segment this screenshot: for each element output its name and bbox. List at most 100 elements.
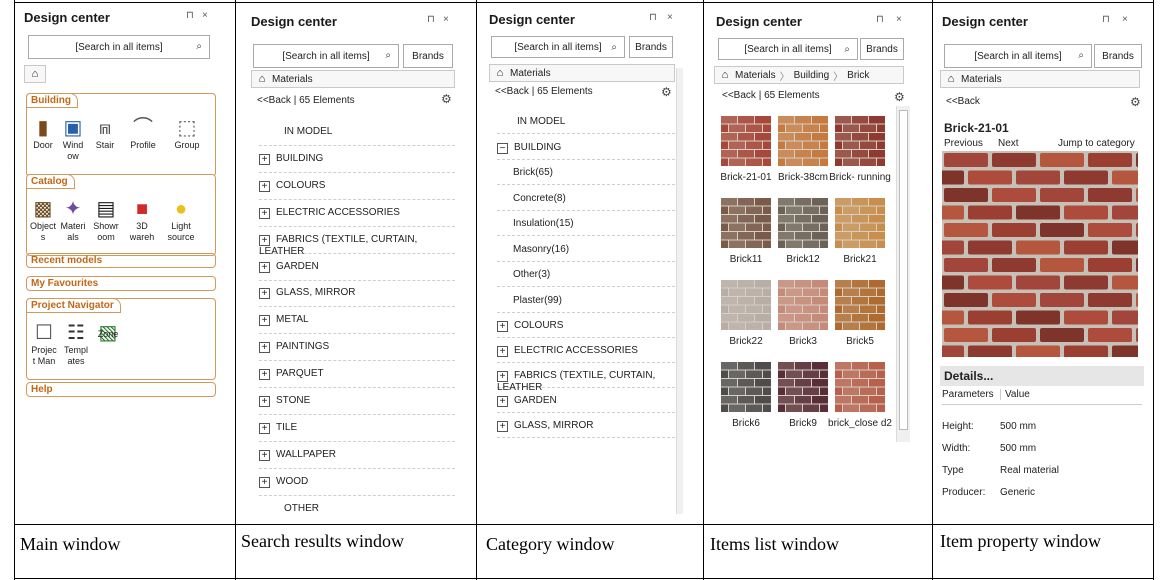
breadcrumb[interactable]: ⌂ bbox=[24, 65, 46, 83]
search-icon[interactable]: ⌕ bbox=[196, 41, 202, 52]
collapse-icon[interactable]: − bbox=[497, 143, 508, 154]
expand-icon[interactable]: + bbox=[259, 234, 270, 246]
category-row[interactable]: + ELECTRIC ACCESSORIES bbox=[259, 207, 455, 227]
material-label[interactable]: Brick5 bbox=[828, 336, 892, 347]
search-icon[interactable]: ⌕ bbox=[1078, 50, 1084, 61]
pin-icon[interactable]: ⊓ bbox=[649, 12, 657, 23]
category-row[interactable]: + PAINTINGS bbox=[259, 341, 455, 362]
material-thumbnail[interactable] bbox=[835, 362, 885, 412]
breadcrumb-building[interactable]: Building bbox=[794, 70, 830, 81]
project-manager-tool[interactable]: ☐ Projec t Man bbox=[29, 321, 59, 367]
breadcrumb-materials[interactable]: Materials bbox=[272, 74, 313, 85]
home-icon[interactable]: ⌂ bbox=[25, 68, 45, 80]
back-link[interactable]: <<Back | 65 Elements bbox=[722, 90, 820, 101]
material-label[interactable]: Brick22 bbox=[714, 336, 778, 347]
profile-tool[interactable]: ⌒ Profile bbox=[123, 116, 163, 151]
expand-icon[interactable]: + bbox=[497, 371, 508, 382]
close-icon[interactable]: × bbox=[667, 12, 673, 23]
templates-tool[interactable]: ☷ Templ ates bbox=[61, 321, 91, 367]
gear-icon[interactable]: ⚙ bbox=[894, 90, 905, 104]
category-row[interactable]: + COLOURS bbox=[497, 320, 675, 338]
material-thumbnail[interactable] bbox=[835, 116, 885, 166]
expand-icon[interactable]: + bbox=[259, 476, 270, 488]
expand-icon[interactable]: + bbox=[259, 288, 270, 300]
pin-icon[interactable]: ⊓ bbox=[876, 14, 884, 25]
search-icon[interactable]: ⌕ bbox=[385, 50, 391, 61]
breadcrumb-materials[interactable]: Materials bbox=[735, 70, 776, 81]
category-row-expanded[interactable]: − BUILDING bbox=[497, 142, 675, 160]
search-input[interactable]: [Search in all items] ⌕ bbox=[253, 44, 399, 68]
expand-icon[interactable]: + bbox=[259, 207, 270, 219]
close-icon[interactable]: × bbox=[1122, 14, 1128, 25]
expand-icon[interactable]: + bbox=[259, 342, 270, 354]
subcategory-row[interactable]: Brick(65) bbox=[497, 167, 675, 185]
expand-icon[interactable]: + bbox=[497, 396, 508, 407]
category-row[interactable]: + METAL bbox=[259, 314, 455, 335]
back-link[interactable]: <<Back | 65 Elements bbox=[495, 86, 593, 97]
project-navigator-header[interactable]: Project Navigator bbox=[26, 298, 121, 313]
category-row[interactable]: + GLASS, MIRROR bbox=[497, 420, 675, 438]
expand-icon[interactable]: + bbox=[259, 422, 270, 434]
details-header[interactable]: Details... bbox=[940, 366, 1144, 386]
close-icon[interactable]: × bbox=[896, 14, 902, 25]
recent-models-section[interactable]: Recent models bbox=[26, 253, 216, 268]
subcategory-row[interactable]: Masonry(16) bbox=[497, 244, 675, 262]
category-row[interactable]: + STONE bbox=[259, 395, 455, 415]
expand-icon[interactable]: + bbox=[497, 346, 508, 357]
category-row[interactable]: IN MODEL bbox=[497, 116, 675, 134]
breadcrumb-brick[interactable]: Brick bbox=[847, 70, 869, 81]
subcategory-row[interactable]: Insulation(15) bbox=[497, 218, 675, 236]
subcategory-row[interactable]: Other(3) bbox=[497, 269, 675, 287]
category-row[interactable]: + WALLPAPER bbox=[259, 449, 455, 469]
close-icon[interactable]: × bbox=[443, 14, 449, 25]
breadcrumb-materials[interactable]: Materials bbox=[961, 74, 1002, 85]
scrollbar[interactable] bbox=[896, 106, 910, 442]
catalog-section-header[interactable]: Catalog bbox=[26, 174, 75, 189]
light-source-tool[interactable]: ● Light source bbox=[163, 197, 199, 243]
material-label[interactable]: Brick-38cm bbox=[771, 172, 835, 183]
material-thumbnail[interactable] bbox=[721, 362, 771, 412]
category-row[interactable]: OTHER bbox=[259, 503, 455, 516]
search-input[interactable]: [Search in all items] ⌕ bbox=[491, 36, 625, 58]
material-label[interactable]: Brick9 bbox=[771, 418, 835, 429]
gear-icon[interactable]: ⚙ bbox=[661, 85, 672, 99]
search-input[interactable]: [Search in all items] ⌕ bbox=[28, 35, 210, 59]
expand-icon[interactable]: + bbox=[259, 315, 270, 327]
category-row[interactable]: + TILE bbox=[259, 422, 455, 442]
previous-link[interactable]: Previous bbox=[944, 138, 983, 149]
search-icon[interactable]: ⌕ bbox=[611, 42, 617, 53]
help-section[interactable]: Help bbox=[26, 382, 216, 397]
material-label[interactable]: Brick-21-01 bbox=[714, 172, 778, 183]
category-row[interactable]: + BUILDING bbox=[259, 153, 455, 173]
expand-icon[interactable]: + bbox=[497, 321, 508, 332]
expand-icon[interactable]: + bbox=[259, 449, 270, 461]
material-thumbnail[interactable] bbox=[778, 362, 828, 412]
expand-icon[interactable]: + bbox=[259, 396, 270, 407]
search-input[interactable]: [Search in all items] ⌕ bbox=[718, 38, 858, 60]
material-thumbnail[interactable] bbox=[835, 280, 885, 330]
material-thumbnail[interactable] bbox=[835, 198, 885, 248]
expand-icon[interactable]: + bbox=[259, 369, 270, 381]
next-link[interactable]: Next bbox=[998, 138, 1019, 149]
pin-icon[interactable]: ⊓ bbox=[427, 14, 435, 25]
subcategory-row[interactable]: Plaster(99) bbox=[497, 295, 675, 313]
material-label[interactable]: Brick3 bbox=[771, 336, 835, 347]
door-tool[interactable]: ▮ Door bbox=[31, 116, 55, 151]
home-icon[interactable]: ⌂ bbox=[941, 73, 961, 85]
pin-icon[interactable]: ⊓ bbox=[1102, 14, 1110, 25]
category-row[interactable]: + WOOD bbox=[259, 476, 455, 496]
expand-icon[interactable]: + bbox=[259, 153, 270, 165]
brands-button[interactable]: Brands bbox=[860, 38, 904, 60]
jump-to-category-link[interactable]: Jump to category bbox=[1058, 138, 1135, 149]
home-icon[interactable]: ⌂ bbox=[715, 69, 735, 81]
back-link[interactable]: <<Back | 65 Elements bbox=[257, 95, 355, 106]
subcategory-row[interactable]: Concrete(8) bbox=[497, 193, 675, 211]
scrollbar[interactable] bbox=[676, 68, 683, 514]
building-section-header[interactable]: Building bbox=[26, 93, 78, 108]
objects-tool[interactable]: ▩ Object s bbox=[29, 197, 57, 243]
expand-icon[interactable]: + bbox=[259, 261, 270, 273]
material-thumbnail[interactable] bbox=[721, 280, 771, 330]
material-thumbnail[interactable] bbox=[721, 198, 771, 248]
category-row[interactable]: + COLOURS bbox=[259, 180, 455, 200]
zone-tool[interactable]: ▧ Zone bbox=[93, 321, 123, 356]
